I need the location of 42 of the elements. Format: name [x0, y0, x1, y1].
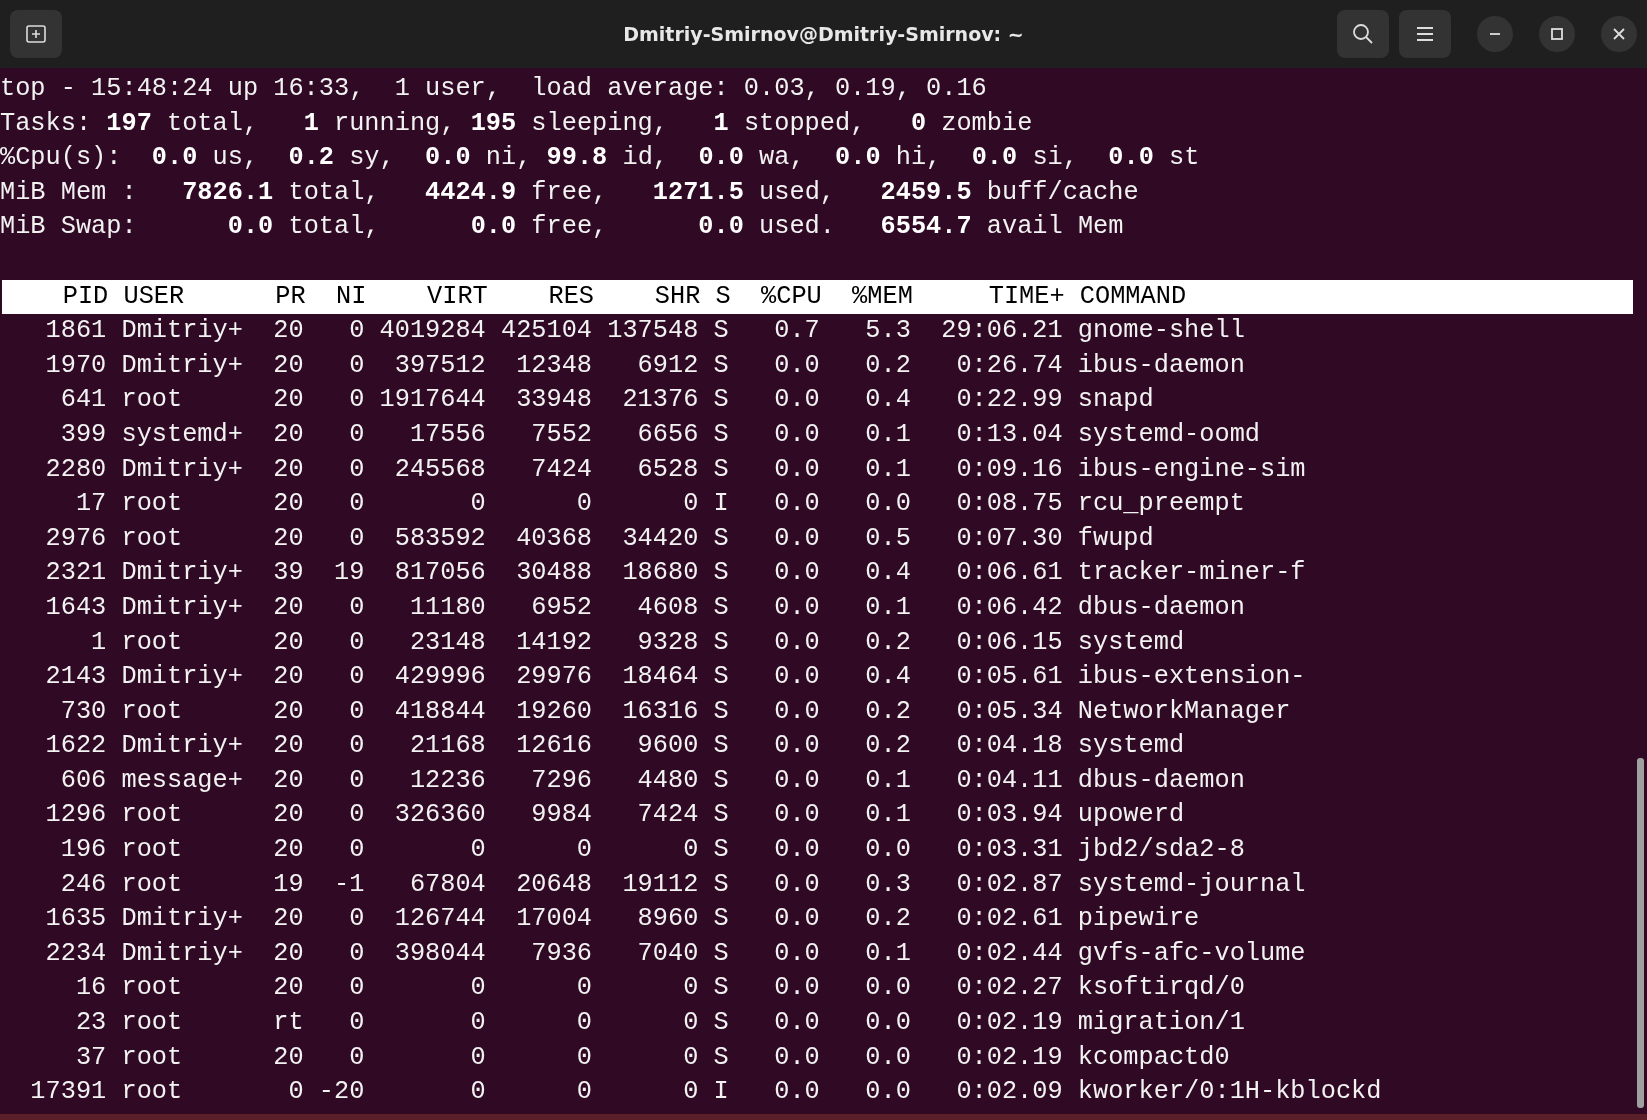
- new-tab-icon: [25, 24, 47, 44]
- process-row-text: 17 root 20 0 0 0 0 I 0.0 0.0 0:08.75 rcu_preempt: [74, 489, 1245, 519]
- summary-line: %Cpu(s): 0.0 us, 0.2 sy, 0.0 ni, 99.8 id, 0.0 wa, 0.0 hi, 0.0 si, 0.0 st: [0, 143, 1200, 173]
- window-title: Dmitriy-Smirnov@Dmitriy-Smirnov: ~: [623, 23, 1024, 45]
- process-row-text: 606 message+ 20 0 12236 7296 4480 S 0.0 0.1 0:04.11 dbus-daemon: [59, 765, 1245, 795]
- search-icon: [1352, 23, 1374, 45]
- process-row-text: 246 root 19 -1 67804 20648 19112 S 0.0 0.3 0:02.87 systemd-journal: [59, 869, 1306, 899]
- process-row-text: 17391 root 0 -20 0 0 0 I 0.0 0.0 0:02.09 kworker/0:1H-kblockd: [29, 1077, 1382, 1107]
- process-row-text: 2143 Dmitriy+ 20 0 429996 29976 18464 S 0.0 0.4 0:05.61 ibus-extension-: [44, 662, 1306, 692]
- menu-button[interactable]: [1399, 10, 1451, 58]
- search-button[interactable]: [1337, 10, 1389, 58]
- process-row-text: 1643 Dmitriy+ 20 0 11180 6952 4608 S 0.0 0.1 0:06.42 dbus-daemon: [44, 592, 1245, 622]
- summary-line: MiB Swap: 0.0 total, 0.0 free, 0.0 used. 6554.7 avail Mem: [0, 212, 1124, 242]
- process-row-text: 1635 Dmitriy+ 20 0 126744 17004 8960 S 0.0 0.2 0:02.61 pipewire: [44, 904, 1200, 934]
- summary-line: MiB Mem : 7826.1 total, 4424.9 free, 1271.5 used, 2459.5 buff/cache: [0, 177, 1139, 207]
- close-icon: [1613, 28, 1625, 40]
- process-row-text: 37 root 20 0 0 0 0 S 0.0 0.0 0:02.19 kcompactd0: [74, 1042, 1230, 1072]
- process-row-text: 1296 root 20 0 326360 9984 7424 S 0.0 0.1 0:03.94 upowerd: [44, 800, 1185, 830]
- process-row-text: 2234 Dmitriy+ 20 0 398044 7936 7040 S 0.0 0.1 0:02.44 gvfs-afc-volume: [44, 938, 1306, 968]
- process-row-text: 196 root 20 0 0 0 0 S 0.0 0.0 0:03.31 jbd2/sda2-8: [59, 835, 1245, 865]
- minimize-icon: [1489, 32, 1501, 36]
- summary-line: top - 15:48:24 up 16:33, 1 user, load average: 0.03, 0.19, 0.16: [0, 74, 987, 103]
- close-button[interactable]: [1601, 16, 1637, 52]
- process-row-text: 2321 Dmitriy+ 39 19 817056 30488 18680 S 0.0 0.4 0:06.61 tracker-miner-f: [44, 558, 1306, 588]
- maximize-icon: [1551, 28, 1563, 40]
- new-tab-button[interactable]: [10, 10, 62, 58]
- table-header: PID USER PR NI VIRT RES SHR S %CPU %MEM TIME+ COMMAND: [2, 279, 1633, 315]
- process-row-text: 1 root 20 0 23148 14192 9328 S 0.0 0.2 0:06.15 systemd: [90, 627, 1185, 657]
- menu-icon: [1416, 27, 1434, 41]
- process-row-text: 2976 root 20 0 583592 40368 34420 S 0.0 0.5 0:07.30 fwupd: [44, 523, 1154, 553]
- process-row-text: 16 root 20 0 0 0 0 S 0.0 0.0 0:02.27 ksoftirqd/0: [74, 973, 1245, 1003]
- process-row-text: 23 root rt 0 0 0 0 S 0.0 0.0 0:02.19 migration/1: [74, 1008, 1245, 1038]
- process-row-text: 1861 Dmitriy+ 20 0 4019284 425104 137548 S 0.7 5.3 29:06.21 gnome-shell: [44, 316, 1245, 346]
- maximize-button[interactable]: [1539, 16, 1575, 52]
- process-row-text: 1622 Dmitriy+ 20 0 21168 12616 9600 S 0.0 0.2 0:04.18 systemd: [44, 731, 1185, 761]
- process-row-text: 641 root 20 0 1917644 33948 21376 S 0.0 0.4 0:22.99 snapd: [59, 385, 1154, 415]
- process-row-text: 2280 Dmitriy+ 20 0 245568 7424 6528 S 0.0 0.1 0:09.16 ibus-engine-sim: [44, 454, 1306, 484]
- scrollbar-thumb[interactable]: [1637, 758, 1644, 1108]
- summary-line: Tasks: 197 total, 1 running, 195 sleeping, 1 stopped, 0 zombie: [0, 108, 1033, 138]
- process-row-text: 730 root 20 0 418844 19260 16316 S 0.0 0.2 0:05.34 NetworkManager: [59, 696, 1291, 726]
- process-row-text: 1970 Dmitriy+ 20 0 397512 12348 6912 S 0.0 0.2 0:26.74 ibus-daemon: [44, 350, 1245, 380]
- process-row-text: 399 systemd+ 20 0 17556 7552 6656 S 0.0 0.1 0:13.04 systemd-oomd: [59, 419, 1260, 449]
